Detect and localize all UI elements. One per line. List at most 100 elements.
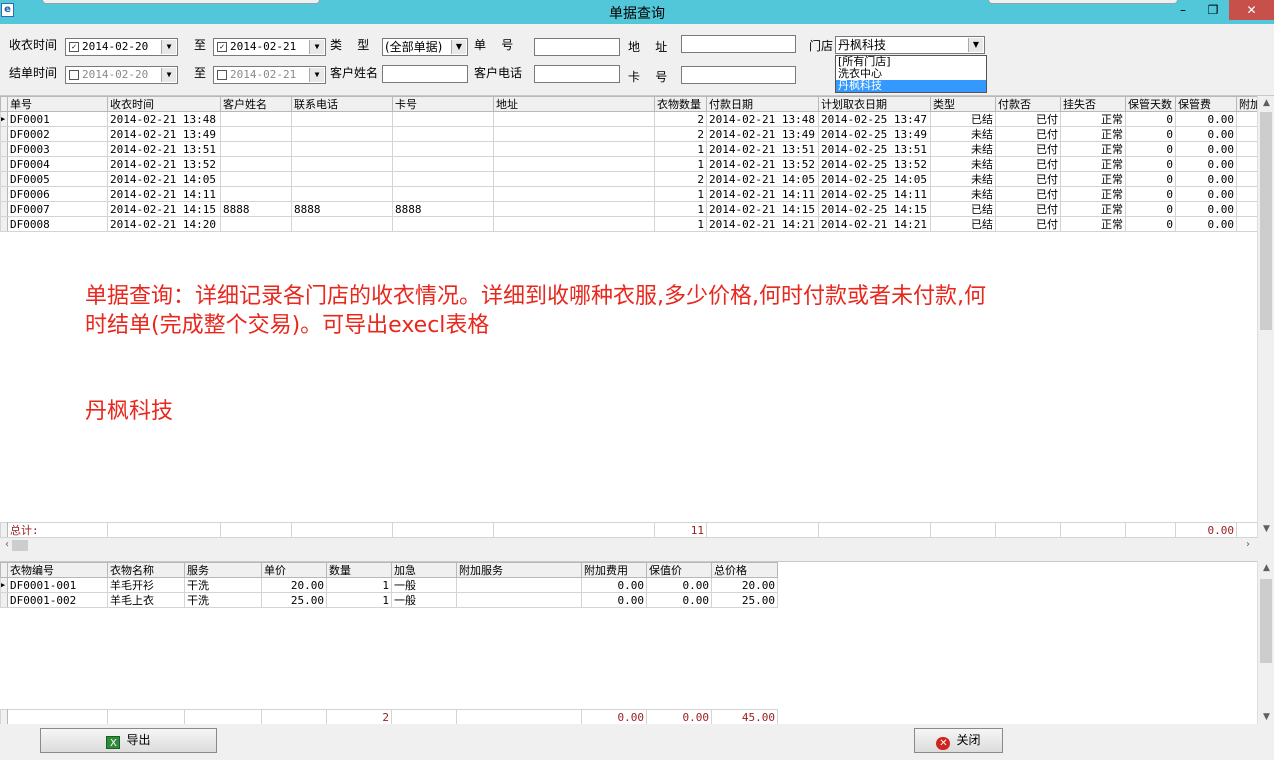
table-cell[interactable]: [493, 126, 655, 142]
table-cell[interactable]: [493, 111, 655, 127]
table-cell[interactable]: 未结: [930, 126, 996, 142]
chevron-down-icon[interactable]: ▼: [309, 68, 324, 82]
table-cell[interactable]: 2014-02-25 14:15: [818, 201, 931, 217]
table-cell[interactable]: [291, 216, 393, 232]
orders-header-cell[interactable]: 挂失否: [1060, 96, 1126, 112]
table-row[interactable]: DF0002 2014-02-21 13:49 2 2014-02-21 13:49 2…: [0, 126, 1257, 142]
table-cell[interactable]: 羊毛上衣: [107, 592, 185, 608]
table-cell[interactable]: DF0001-001: [7, 577, 108, 593]
export-button[interactable]: X 导出: [40, 728, 217, 753]
table-cell[interactable]: DF0002: [7, 126, 108, 142]
orders-header-cell[interactable]: 客户姓名: [220, 96, 292, 112]
table-cell[interactable]: 0: [1125, 141, 1176, 157]
table-cell[interactable]: 未结: [930, 186, 996, 202]
table-cell[interactable]: DF0005: [7, 171, 108, 187]
table-cell[interactable]: 0.00: [1175, 201, 1237, 217]
table-cell[interactable]: [392, 126, 494, 142]
close-window-button[interactable]: ✕: [1229, 0, 1274, 20]
table-cell[interactable]: 正常: [1060, 156, 1126, 172]
table-cell[interactable]: [392, 111, 494, 127]
table-cell[interactable]: DF0001: [7, 111, 108, 127]
card-no-input[interactable]: [681, 66, 796, 84]
settle-from-date[interactable]: 2014-02-20 ▼: [65, 66, 178, 84]
table-cell[interactable]: 2014-02-25 14:05: [818, 171, 931, 187]
table-cell[interactable]: [392, 186, 494, 202]
table-cell[interactable]: [493, 156, 655, 172]
customer-name-input[interactable]: [382, 65, 468, 83]
table-cell[interactable]: 1: [654, 141, 707, 157]
chevron-down-icon[interactable]: ▼: [968, 38, 983, 52]
table-cell[interactable]: [1236, 126, 1257, 142]
table-cell[interactable]: [291, 156, 393, 172]
table-cell[interactable]: DF0006: [7, 186, 108, 202]
orders-header-cell[interactable]: 类型: [930, 96, 996, 112]
table-cell[interactable]: 2014-02-21 14:11: [706, 186, 819, 202]
table-cell[interactable]: DF0008: [7, 216, 108, 232]
table-cell[interactable]: 0.00: [646, 592, 712, 608]
table-cell[interactable]: [220, 156, 292, 172]
chevron-down-icon[interactable]: ▼: [161, 68, 176, 82]
items-header-cell[interactable]: 单价: [261, 562, 327, 578]
table-cell[interactable]: 未结: [930, 156, 996, 172]
table-cell[interactable]: 0.00: [1175, 171, 1237, 187]
table-cell[interactable]: 0.00: [1175, 126, 1237, 142]
table-cell[interactable]: 0: [1125, 126, 1176, 142]
close-button[interactable]: ✕ 关闭: [914, 728, 1003, 753]
table-cell[interactable]: [493, 171, 655, 187]
orders-header-cell[interactable]: 地址: [493, 96, 655, 112]
table-row[interactable]: ▶ DF0001-001 羊毛开衫 干洗 20.00 1 一般 0.00 0.00 20.00: [0, 577, 778, 593]
store-option-selected[interactable]: 丹枫科技: [836, 80, 986, 92]
table-cell[interactable]: 正常: [1060, 201, 1126, 217]
table-cell[interactable]: [220, 216, 292, 232]
settle-from-checkbox[interactable]: [69, 70, 79, 80]
table-cell[interactable]: 0.00: [1175, 156, 1237, 172]
scroll-thumb[interactable]: [12, 540, 28, 551]
table-cell[interactable]: 2014-02-21 13:52: [706, 156, 819, 172]
table-cell[interactable]: 0.00: [646, 577, 712, 593]
table-cell[interactable]: DF0007: [7, 201, 108, 217]
table-cell[interactable]: 1: [654, 186, 707, 202]
items-header-cell[interactable]: 保值价: [646, 562, 712, 578]
table-cell[interactable]: [1236, 141, 1257, 157]
table-cell[interactable]: 2014-02-21 14:21: [706, 216, 819, 232]
table-cell[interactable]: [1236, 156, 1257, 172]
receive-from-checkbox[interactable]: ✓: [69, 42, 79, 52]
restore-button[interactable]: ❐: [1198, 0, 1228, 20]
table-cell[interactable]: [392, 156, 494, 172]
customer-phone-input[interactable]: [534, 65, 620, 83]
orders-header-cell[interactable]: 付款否: [995, 96, 1061, 112]
orders-horizontal-scrollbar[interactable]: ‹ ›: [0, 538, 1257, 552]
table-cell[interactable]: 2014-02-21 14:21: [818, 216, 931, 232]
table-row[interactable]: ▶ DF0001 2014-02-21 13:48 2 2014-02-21 13:48…: [0, 111, 1257, 127]
table-cell[interactable]: 1: [654, 216, 707, 232]
table-cell[interactable]: 干洗: [184, 577, 262, 593]
table-cell[interactable]: 已结: [930, 111, 996, 127]
settle-to-checkbox[interactable]: [217, 70, 227, 80]
table-cell[interactable]: 0.00: [581, 577, 647, 593]
table-cell[interactable]: [493, 216, 655, 232]
minimize-button[interactable]: –: [1168, 0, 1198, 20]
table-cell[interactable]: DF0001-002: [7, 592, 108, 608]
table-cell[interactable]: 正常: [1060, 141, 1126, 157]
receive-to-checkbox[interactable]: ✓: [217, 42, 227, 52]
table-cell[interactable]: 正常: [1060, 186, 1126, 202]
items-header-cell[interactable]: 附加费用: [581, 562, 647, 578]
table-cell[interactable]: [291, 171, 393, 187]
table-cell[interactable]: 已付: [995, 111, 1061, 127]
table-cell[interactable]: DF0004: [7, 156, 108, 172]
table-cell[interactable]: 2014-02-25 14:11: [818, 186, 931, 202]
scroll-thumb[interactable]: [1260, 579, 1272, 663]
settle-to-date[interactable]: 2014-02-21 ▼: [213, 66, 326, 84]
table-cell[interactable]: 25.00: [261, 592, 327, 608]
table-row[interactable]: DF0005 2014-02-21 14:05 2 2014-02-21 14:05 2…: [0, 171, 1257, 187]
table-cell[interactable]: 20.00: [711, 577, 778, 593]
orders-header-cell[interactable]: 卡号: [392, 96, 494, 112]
scroll-right-icon[interactable]: ›: [1241, 538, 1255, 552]
table-cell[interactable]: 1: [654, 156, 707, 172]
scroll-thumb[interactable]: [1260, 112, 1272, 330]
table-cell[interactable]: 0: [1125, 201, 1176, 217]
table-cell[interactable]: 2014-02-25 13:51: [818, 141, 931, 157]
table-cell[interactable]: [291, 111, 393, 127]
orders-header-cell[interactable]: 保管费: [1175, 96, 1237, 112]
items-header-cell[interactable]: 附加服务: [456, 562, 582, 578]
